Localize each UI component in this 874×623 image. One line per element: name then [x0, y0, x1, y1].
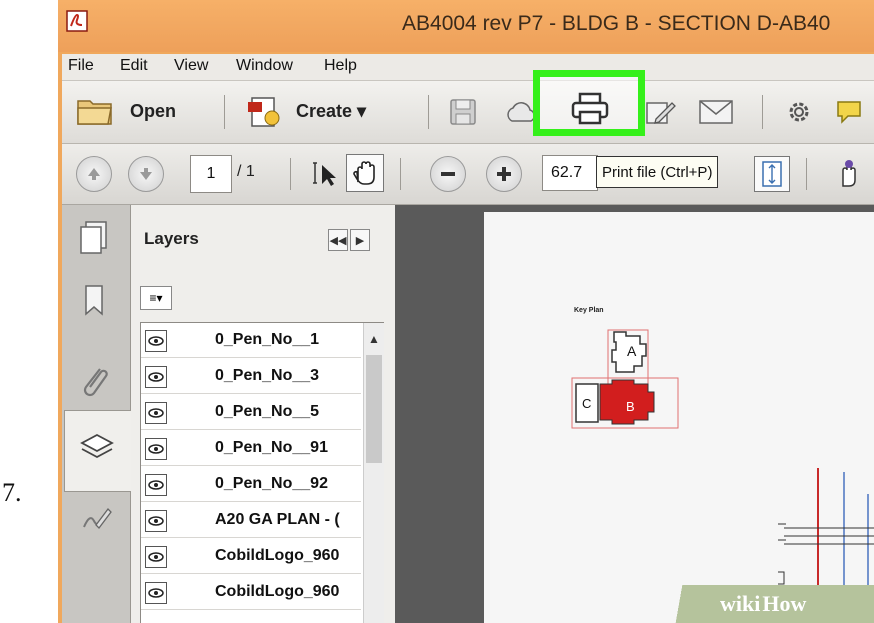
toolbar-divider: [428, 95, 429, 129]
plus-icon: [497, 167, 511, 181]
layer-row[interactable]: 0_Pen_No__91: [141, 431, 361, 466]
layer-label: 0_Pen_No__3: [215, 367, 320, 384]
fit-page-icon: [762, 161, 782, 187]
zoom-out-button[interactable]: [430, 156, 466, 192]
scroll-up-arrow-icon[interactable]: ▲: [364, 329, 384, 349]
menu-edit[interactable]: Edit: [120, 57, 148, 75]
layer-row[interactable]: 0_Pen_No__1: [141, 323, 361, 358]
layers-tab[interactable]: [64, 410, 133, 492]
email-icon[interactable]: [698, 99, 734, 125]
layer-row[interactable]: A20 GA PLAN - (: [141, 503, 361, 538]
layer-row[interactable]: CobildLogo_960: [141, 575, 361, 610]
block-a-label: A: [627, 343, 637, 359]
page-total: / 1: [237, 163, 255, 180]
toolbar-divider: [290, 158, 291, 190]
layer-row[interactable]: 0_Pen_No__3: [141, 359, 361, 394]
menu-file[interactable]: File: [68, 57, 94, 75]
layers-list: 0_Pen_No__1 0_Pen_No__3 0_Pen_No__5 0_Pe…: [140, 322, 384, 623]
acrobat-logo-icon: [66, 10, 88, 32]
create-label: Create ▾: [296, 100, 367, 121]
layer-row[interactable]: 0_Pen_No__92: [141, 467, 361, 502]
eye-visibility-icon[interactable]: [145, 510, 167, 532]
layers-panel-title: Layers: [144, 229, 199, 248]
collapse-panel-button[interactable]: ◀◀: [328, 229, 348, 251]
comment-icon[interactable]: [834, 98, 864, 126]
scroll-thumb[interactable]: [366, 355, 382, 463]
eye-visibility-icon[interactable]: [145, 582, 167, 604]
main-toolbar: Open Create ▾: [62, 81, 874, 144]
hand-tool-icon: [353, 161, 375, 185]
folder-icon: [77, 100, 112, 125]
acrobat-window: AB4004 rev P7 - BLDG B - SECTION D-AB40 …: [58, 0, 874, 623]
layers-scrollbar[interactable]: ▲: [363, 323, 384, 623]
window-title: AB4004 rev P7 - BLDG B - SECTION D-AB40: [402, 12, 831, 35]
menu-bar: File Edit View Window Help: [62, 54, 874, 81]
menu-help[interactable]: Help: [324, 57, 357, 75]
zoom-in-button[interactable]: [486, 156, 522, 192]
page-navigation-toolbar: [62, 144, 874, 205]
next-page-button[interactable]: [128, 156, 164, 192]
fit-page-button[interactable]: [754, 156, 790, 192]
layer-label: CobildLogo_960: [215, 583, 340, 600]
eye-visibility-icon[interactable]: [145, 366, 167, 388]
layer-label: CobildLogo_960: [215, 547, 340, 564]
wikihow-watermark: wiki How: [660, 585, 874, 623]
watermark-wiki: wiki: [720, 591, 761, 616]
layer-label: 0_Pen_No__92: [215, 475, 328, 492]
eye-visibility-icon[interactable]: [145, 546, 167, 568]
step-number: 7.: [2, 478, 22, 507]
touch-mode-icon[interactable]: [832, 158, 862, 190]
zoom-level-input[interactable]: 62.7: [542, 155, 598, 191]
previous-page-button[interactable]: [76, 156, 112, 192]
toolbar-divider: [400, 158, 401, 190]
key-plan-drawing: Key Plan A C B: [571, 307, 874, 623]
eye-visibility-icon[interactable]: [145, 402, 167, 424]
save-icon[interactable]: [448, 97, 478, 127]
block-b-label: B: [626, 399, 635, 414]
create-pdf-icon: [248, 97, 280, 127]
layer-label: 0_Pen_No__5: [215, 403, 320, 420]
menu-view[interactable]: View: [174, 57, 208, 75]
page-number-input[interactable]: 1: [190, 155, 232, 193]
toolbar-divider: [224, 95, 225, 129]
layer-row[interactable]: CobildLogo_960: [141, 539, 361, 574]
layers-icon: [80, 433, 114, 459]
attachments-paperclip-icon[interactable]: [78, 361, 110, 401]
signatures-icon[interactable]: [80, 503, 114, 535]
toolbar-divider: [806, 158, 807, 190]
document-page[interactable]: Key Plan A C B: [484, 212, 874, 623]
open-label: Open: [130, 100, 177, 121]
layer-label: A20 GA PLAN - (: [215, 511, 340, 528]
layer-label: 0_Pen_No__91: [215, 439, 328, 456]
arrow-down-icon: [140, 168, 152, 180]
toolbar-divider: [762, 95, 763, 129]
watermark-how: How: [762, 591, 807, 616]
edit-sign-icon[interactable]: [644, 97, 676, 127]
block-c-label: C: [582, 396, 591, 411]
create-button[interactable]: Create ▾: [246, 94, 366, 128]
print-icon[interactable]: [570, 92, 610, 126]
eye-visibility-icon[interactable]: [145, 438, 167, 460]
settings-gear-icon[interactable]: [786, 99, 812, 125]
layers-options-button[interactable]: ≡▾: [140, 286, 172, 310]
menu-window[interactable]: Window: [236, 57, 293, 75]
minus-icon: [441, 172, 455, 176]
eye-visibility-icon[interactable]: [145, 474, 167, 496]
select-cursor-icon[interactable]: [312, 160, 340, 188]
page-thumbnails-icon[interactable]: [78, 219, 110, 255]
eye-visibility-icon[interactable]: [145, 330, 167, 352]
layer-row[interactable]: 0_Pen_No__5: [141, 395, 361, 430]
key-plan-label: Key Plan: [574, 307, 604, 314]
title-bar: AB4004 rev P7 - BLDG B - SECTION D-AB40: [58, 0, 874, 52]
layer-label: 0_Pen_No__1: [215, 331, 320, 348]
hand-tool-button[interactable]: [346, 154, 384, 192]
print-tooltip: Print file (Ctrl+P): [596, 156, 719, 188]
open-button[interactable]: Open: [76, 95, 176, 127]
expand-panel-button[interactable]: ▶: [350, 229, 370, 251]
arrow-up-icon: [88, 168, 100, 180]
bookmarks-icon[interactable]: [82, 283, 106, 317]
